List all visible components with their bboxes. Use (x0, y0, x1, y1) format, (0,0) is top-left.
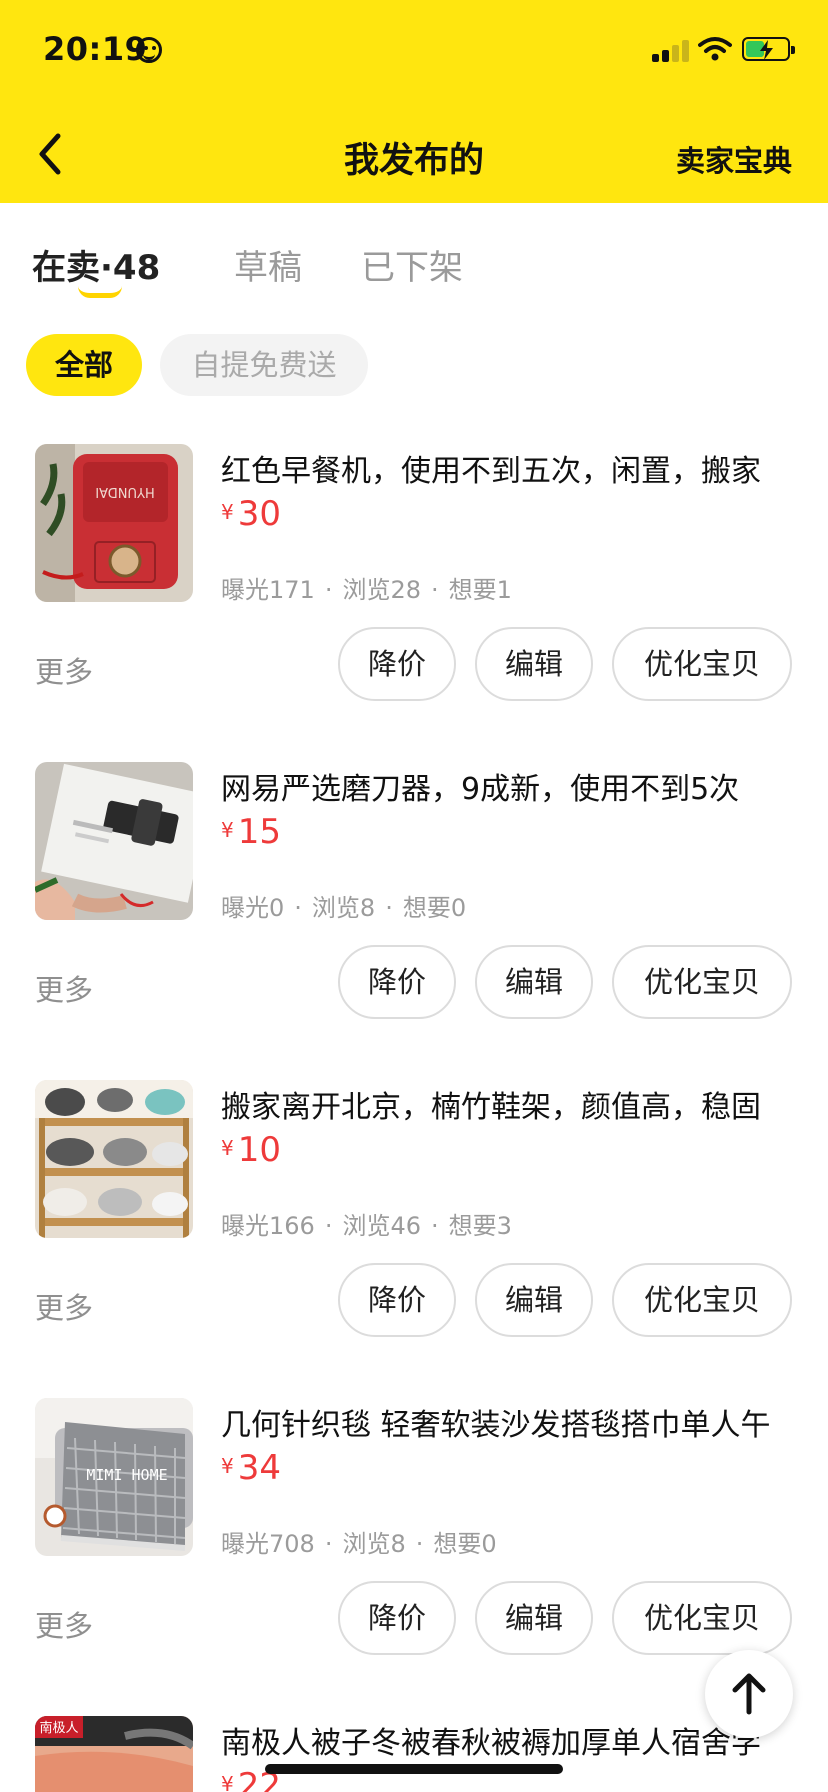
svg-text:HYUNDAI: HYUNDAI (95, 484, 154, 499)
item-title: 几何针织毯 轻奢软装沙发搭毯搭巾单人午 (221, 1408, 771, 1443)
filter-all-chip[interactable]: 全部 (26, 334, 142, 396)
optimize-item-button[interactable]: 优化宝贝 (612, 627, 792, 701)
item-stats: 曝光171 · 浏览28 · 想要1 (221, 576, 512, 604)
edit-button[interactable]: 编辑 (475, 1581, 593, 1655)
more-button[interactable]: 更多 (35, 967, 93, 1009)
cellular-signal-icon (652, 38, 690, 62)
reduce-price-button[interactable]: 降价 (338, 1581, 456, 1655)
header-bar: 20:19 我发布的 卖家宝典 (0, 0, 828, 203)
item-price: ¥30 (221, 494, 281, 534)
status-time: 20:19 (43, 30, 148, 68)
edit-button[interactable]: 编辑 (475, 627, 593, 701)
item-title: 红色早餐机，使用不到五次，闲置，搬家 (221, 454, 761, 489)
item-price: ¥15 (221, 812, 281, 852)
tab-on-sale[interactable]: 在卖·48 (32, 240, 160, 289)
edit-button[interactable]: 编辑 (475, 945, 593, 1019)
product-thumbnail[interactable] (35, 1080, 193, 1238)
item-title: 网易严选磨刀器，9成新，使用不到5次 (221, 772, 740, 807)
item-title: 搬家离开北京，楠竹鞋架，颜值高，稳固 (221, 1090, 761, 1125)
tab-drafts[interactable]: 草稿 (234, 240, 302, 289)
optimize-item-button[interactable]: 优化宝贝 (612, 1263, 792, 1337)
product-thumbnail[interactable]: MIMI HOME (35, 1398, 193, 1556)
reduce-price-button[interactable]: 降价 (338, 627, 456, 701)
status-tabs: 在卖·48 草稿 已下架 (0, 240, 828, 310)
filter-free-pickup-chip[interactable]: 自提免费送 (160, 334, 368, 396)
reduce-price-button[interactable]: 降价 (338, 945, 456, 1019)
svg-text:南极人: 南极人 (39, 1720, 78, 1736)
optimize-item-button[interactable]: 优化宝贝 (612, 1581, 792, 1655)
arrow-up-icon (732, 1673, 766, 1715)
scroll-to-top-button[interactable] (705, 1650, 793, 1738)
edit-button[interactable]: 编辑 (475, 1263, 593, 1337)
reduce-price-button[interactable]: 降价 (338, 1263, 456, 1337)
product-thumbnail[interactable]: HYUNDAI (35, 444, 193, 602)
tab-active-indicator (78, 286, 122, 298)
item-stats: 曝光166 · 浏览46 · 想要3 (221, 1212, 512, 1240)
battery-icon (742, 37, 795, 61)
more-button[interactable]: 更多 (35, 649, 93, 691)
item-price: ¥10 (221, 1130, 281, 1170)
list-item[interactable]: MIMI HOME 几何针织毯 轻奢软装沙发搭毯搭巾单人午 ¥34 曝光708 ·… (0, 1398, 828, 1716)
item-price: ¥34 (221, 1448, 281, 1488)
svg-text:MIMI HOME: MIMI HOME (86, 1466, 167, 1484)
more-button[interactable]: 更多 (35, 1603, 93, 1645)
item-stats: 曝光708 · 浏览8 · 想要0 (221, 1530, 497, 1558)
smiley-icon (136, 37, 162, 63)
wifi-icon (698, 37, 732, 61)
tab-delisted[interactable]: 已下架 (361, 240, 463, 289)
more-button[interactable]: 更多 (35, 1285, 93, 1327)
list-item[interactable]: 搬家离开北京，楠竹鞋架，颜值高，稳固 ¥10 曝光166 · 浏览46 · 想要3 更多… (0, 1080, 828, 1398)
product-thumbnail[interactable]: 南极人 (35, 1716, 193, 1792)
optimize-item-button[interactable]: 优化宝贝 (612, 945, 792, 1019)
seller-guide-link[interactable]: 卖家宝典 (676, 138, 792, 180)
list-item[interactable]: 网易严选磨刀器，9成新，使用不到5次 ¥15 曝光0 · 浏览8 · 想要0 更多 降价… (0, 762, 828, 1080)
home-indicator (265, 1764, 563, 1774)
product-thumbnail[interactable] (35, 762, 193, 920)
item-stats: 曝光0 · 浏览8 · 想要0 (221, 894, 467, 922)
list-item[interactable]: HYUNDAI 红色早餐机，使用不到五次，闲置，搬家 ¥30 曝光171 · 浏览2… (0, 444, 828, 762)
list-item[interactable]: 南极人 南极人被子冬被春秋被褥加厚单人宿舍学 ¥22 (0, 1716, 828, 1792)
